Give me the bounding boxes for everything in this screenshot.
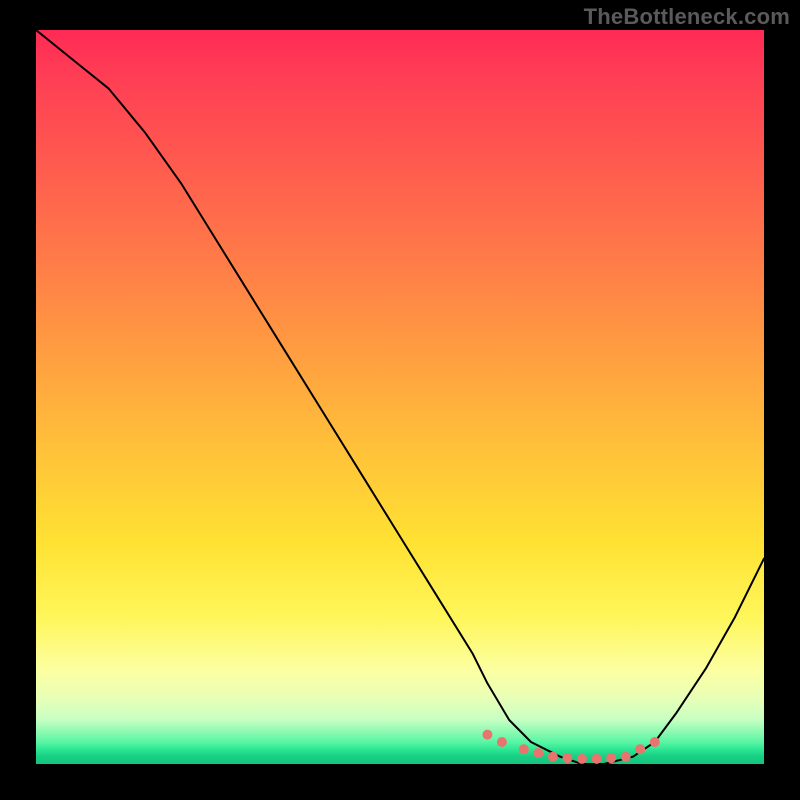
valley-dot	[592, 754, 602, 764]
valley-dot	[533, 748, 543, 758]
watermark-text: TheBottleneck.com	[584, 4, 790, 30]
valley-dots-group	[482, 730, 659, 764]
valley-dot	[562, 753, 572, 763]
valley-dot	[650, 737, 660, 747]
valley-dot	[635, 744, 645, 754]
valley-dot	[548, 752, 558, 762]
valley-dot	[497, 737, 507, 747]
valley-dot	[482, 730, 492, 740]
valley-dot	[606, 753, 616, 763]
valley-dot	[519, 744, 529, 754]
plot-area	[36, 30, 764, 764]
bottleneck-curve	[36, 30, 764, 764]
valley-dot	[621, 752, 631, 762]
chart-frame: TheBottleneck.com	[0, 0, 800, 800]
curve-svg	[36, 30, 764, 764]
valley-dot	[577, 754, 587, 764]
